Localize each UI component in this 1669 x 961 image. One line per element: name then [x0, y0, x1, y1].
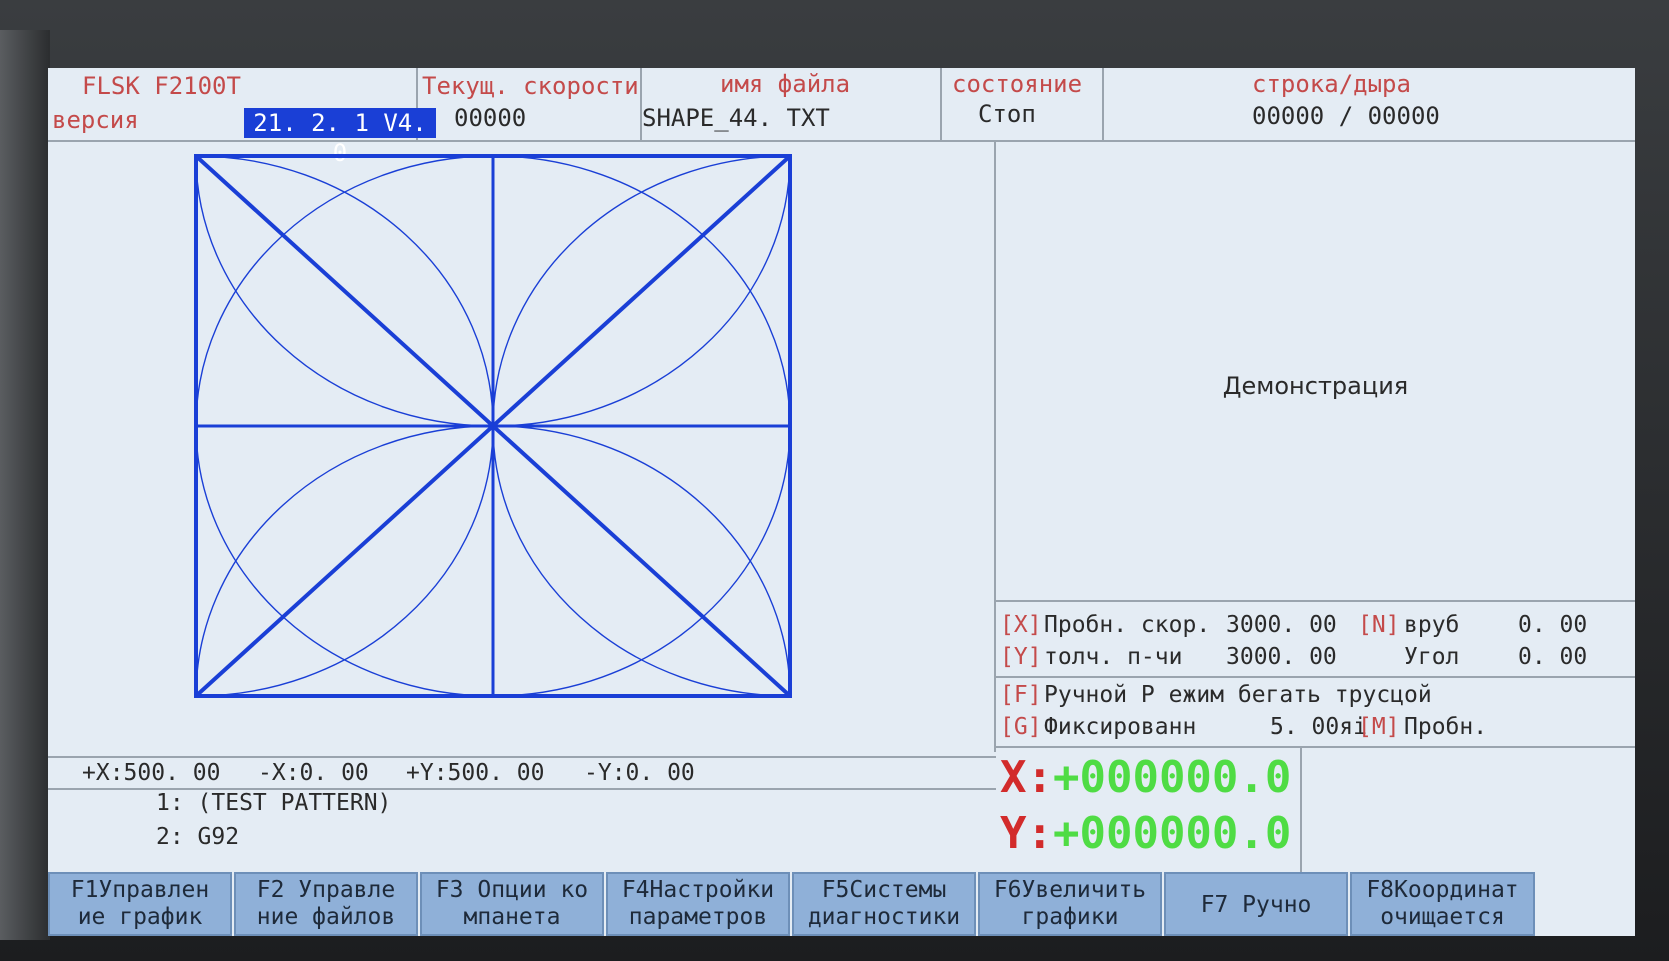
y-param-label: толч. п-чи	[1044, 644, 1183, 670]
angle-label: Угол	[1404, 644, 1460, 670]
version-label: версия	[52, 106, 139, 134]
header-speed-cell: Текущ. скорости 00000	[418, 68, 642, 142]
coord-divider	[1300, 746, 1302, 872]
state-label: состояние	[952, 70, 1083, 98]
header-filename-cell: имя файла SHAPE_44. TXT	[642, 68, 942, 142]
filename-label: имя файла	[720, 70, 851, 98]
angle-value: 0. 00	[1518, 644, 1588, 670]
soft-limits-bar: +X:500. 00 -X:0. 00 +Y:500. 00 -Y:0. 00	[48, 756, 996, 790]
m-key[interactable]: [M]	[1358, 714, 1400, 740]
f2-files-button[interactable]: F2 Управле ние файлов	[234, 872, 418, 936]
f6-zoom-button[interactable]: F6Увеличить графики	[978, 872, 1162, 936]
x-coordinate: X:+000000.0	[1000, 752, 1292, 803]
g-param-value: 5. 00яі	[1270, 714, 1367, 740]
x-param-value: 3000. 00	[1226, 612, 1337, 638]
f5-diagnostics-button[interactable]: F5Системы диагностики	[792, 872, 976, 936]
program-line-2: 2: G92	[156, 824, 240, 850]
n-key[interactable]: [N]	[1358, 612, 1400, 638]
limit-plus-x: +X:500. 00	[82, 760, 221, 786]
f8-clear-coords-button[interactable]: F8Координат очищается	[1350, 872, 1535, 936]
header-line-cell: строка/дыра 00000 / 00000	[1104, 68, 1635, 142]
f4-parameters-button[interactable]: F4Настройки параметров	[606, 872, 790, 936]
y-coordinate: Y:+000000.0	[1000, 808, 1292, 859]
monitor-bezel-left	[0, 30, 50, 940]
g-param-label: Фиксированн	[1044, 714, 1197, 740]
f3-options-button[interactable]: F3 Опции ко мпанета	[420, 872, 604, 936]
x-key[interactable]: [X]	[1000, 612, 1042, 638]
n-param-value: 0. 00	[1518, 612, 1588, 638]
version-badge: 21. 2. 1 V4. 0	[244, 108, 436, 167]
filename-value: SHAPE_44. TXT	[642, 104, 830, 132]
speed-label: Текущ. скорости	[422, 72, 638, 100]
line-label: строка/дыра	[1252, 70, 1411, 98]
demo-label: Демонстрация	[1222, 372, 1409, 400]
model-name: FLSK F2100T	[82, 72, 241, 100]
y-param-value: 3000. 00	[1226, 644, 1337, 670]
toolpath-plot	[194, 154, 792, 698]
limit-plus-y: +Y:500. 00	[406, 760, 545, 786]
coord-separator	[996, 746, 1635, 748]
x-param-label: Пробн. скор.	[1044, 612, 1211, 638]
line-value: 00000 / 00000	[1252, 102, 1440, 130]
demo-panel: Демонстрация	[996, 142, 1635, 602]
y-key[interactable]: [Y]	[1000, 644, 1042, 670]
f-param-label: Ручной Р ежим бегать трусцой	[1044, 682, 1432, 708]
limit-minus-y: -Y:0. 00	[584, 760, 695, 786]
param-separator	[996, 676, 1635, 678]
n-param-label: вруб	[1404, 612, 1460, 638]
header-state-cell: состояние Стоп	[942, 68, 1104, 142]
f-key[interactable]: [F]	[1000, 682, 1042, 708]
function-key-bar: F1Управлен ие график F2 Управле ние файл…	[48, 872, 1635, 936]
state-value: Стоп	[978, 100, 1036, 128]
graphics-view	[48, 142, 996, 752]
speed-value: 00000	[454, 104, 527, 132]
f1-graphics-button[interactable]: F1Управлен ие график	[48, 872, 232, 936]
limit-minus-x: -X:0. 00	[258, 760, 369, 786]
header-model-cell: FLSK F2100T версия 21. 2. 1 V4. 0	[48, 68, 436, 167]
g-key[interactable]: [G]	[1000, 714, 1042, 740]
f7-manual-button[interactable]: F7 Ручно	[1164, 872, 1348, 936]
m-param-label: Пробн.	[1404, 714, 1488, 740]
cnc-screen: FLSK F2100T версия 21. 2. 1 V4. 0 Текущ.…	[48, 68, 1635, 936]
program-line-1: 1: (TEST PATTERN)	[156, 790, 392, 816]
